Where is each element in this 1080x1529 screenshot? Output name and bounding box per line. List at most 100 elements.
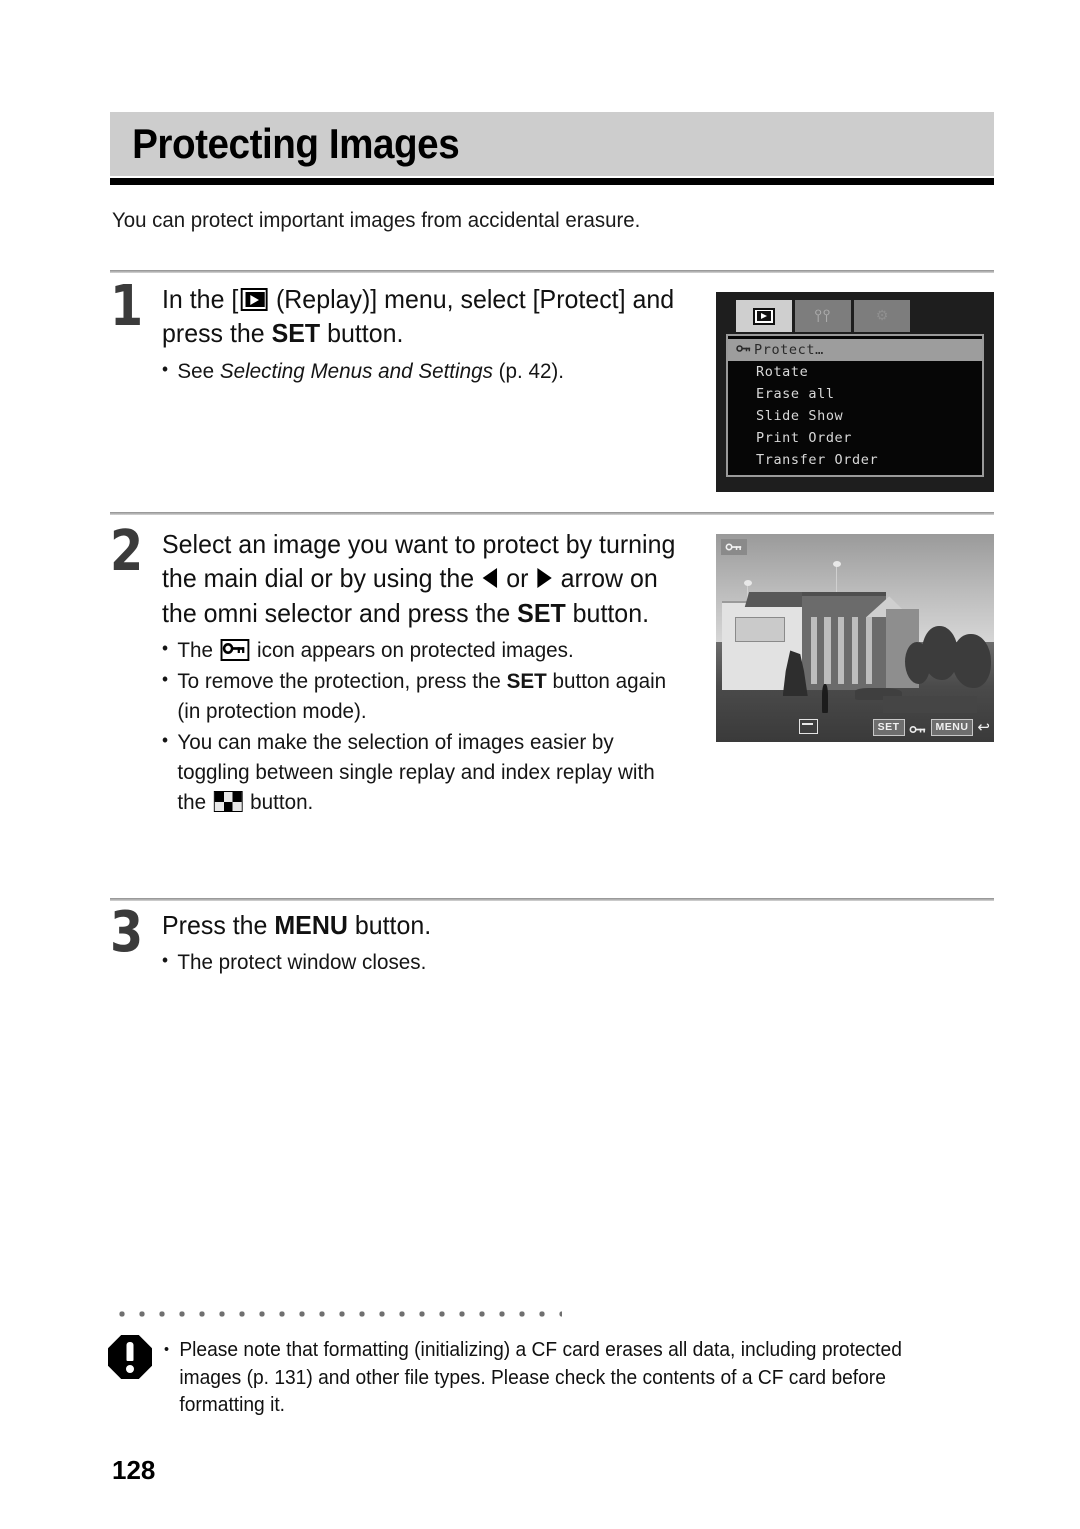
step-2-text-b: or bbox=[499, 563, 536, 594]
page-title: Protecting Images bbox=[132, 120, 460, 167]
menu-tab-replay[interactable] bbox=[736, 300, 792, 332]
bullet-suffix: button. bbox=[244, 790, 314, 815]
bullet-suffix: (p. 42). bbox=[492, 358, 565, 383]
step-1-set-label: SET bbox=[271, 318, 321, 349]
step-2-number: 2 bbox=[110, 519, 144, 584]
menu-item-label: Rotate bbox=[756, 364, 809, 380]
menu-item-label: Print Order bbox=[756, 430, 853, 446]
menu-tab-setup[interactable]: ⚙ bbox=[854, 300, 910, 332]
lcd-menu-screenshot: ⫯⫯ ⚙ Protect… Rotate Erase all Slide Sho… bbox=[716, 292, 994, 492]
warning-note-body: • Please note that formatting (initializ… bbox=[164, 1337, 955, 1420]
photo-column bbox=[866, 617, 873, 684]
key-icon bbox=[220, 638, 250, 661]
step-1: 1 In the [ (Replay)] menu, select [Prote… bbox=[110, 274, 710, 387]
step-2: 2 Select an image you want to protect by… bbox=[110, 519, 710, 819]
menu-item-print-order[interactable]: Print Order bbox=[728, 427, 982, 449]
header-bar: Protecting Images bbox=[110, 112, 994, 176]
bullet-item: • See Selecting Menus and Settings (p. 4… bbox=[162, 356, 688, 386]
photo-tree bbox=[952, 633, 992, 688]
bullet-item: • The icon appears on protected images. bbox=[162, 635, 688, 665]
menu-item-transfer-order[interactable]: Transfer Order bbox=[728, 449, 982, 471]
warning-note: • Please note that formatting (initializ… bbox=[108, 1335, 988, 1420]
section-divider-1 bbox=[110, 270, 994, 273]
bullet-item: • To remove the protection, press the SE… bbox=[162, 666, 688, 726]
bullet-item: • The protect window closes. bbox=[162, 947, 688, 977]
bullet-prefix: The bbox=[177, 637, 219, 662]
bullet-dot: • bbox=[162, 730, 169, 751]
bullet-text: To remove the protection, press the SET … bbox=[177, 666, 688, 726]
warning-octagon-icon bbox=[108, 1335, 164, 1385]
lamp-head bbox=[743, 579, 752, 586]
protect-badge-icon bbox=[721, 539, 747, 555]
step-2-instruction: Select an image you want to protect by t… bbox=[162, 527, 688, 630]
photo-column bbox=[838, 617, 845, 684]
section-divider-2 bbox=[110, 512, 994, 515]
osd-button-hints: SET MENU ↩ bbox=[872, 717, 990, 736]
menu-button-hint[interactable]: MENU bbox=[930, 718, 974, 736]
bullet-prefix: See bbox=[177, 358, 220, 383]
section-divider-3 bbox=[110, 898, 994, 901]
photo-window bbox=[735, 617, 785, 643]
manual-page: Protecting Images You can protect import… bbox=[0, 0, 1080, 1529]
bullet-text: You can make the selection of images eas… bbox=[177, 727, 688, 817]
step-1-text-prefix: In the [ bbox=[162, 284, 239, 314]
step-1-number: 1 bbox=[110, 274, 144, 339]
page-number: 128 bbox=[112, 1455, 156, 1485]
photo-tree bbox=[905, 642, 931, 684]
menu-item-label: Erase all bbox=[756, 386, 835, 402]
bullet-dot: • bbox=[162, 950, 169, 971]
bullet-suffix: icon appears on protected images. bbox=[251, 637, 574, 662]
intro-paragraph: You can protect important images from ac… bbox=[112, 208, 641, 232]
step-3-text-prefix: Press the bbox=[162, 910, 275, 940]
bullet-prefix: To remove the protection, press the bbox=[177, 669, 507, 694]
menu-item-slide-show[interactable]: Slide Show bbox=[728, 405, 982, 427]
photo-column bbox=[824, 617, 831, 684]
triangle-left-icon bbox=[483, 568, 498, 589]
step-2-text-d: button. bbox=[565, 597, 650, 628]
step-3-menu-label: MENU bbox=[274, 910, 348, 940]
sliders-icon: ⫯⫯ bbox=[814, 306, 832, 326]
step-1-instruction: In the [ (Replay)] menu, select [Protect… bbox=[162, 282, 688, 351]
photo-hedge bbox=[882, 696, 978, 713]
camera-menu-screen: ⫯⫯ ⚙ Protect… Rotate Erase all Slide Sho… bbox=[716, 292, 994, 492]
step-3: 3 Press the MENU button. • The protect w… bbox=[110, 905, 710, 978]
set-button-hint[interactable]: SET bbox=[872, 718, 905, 736]
index-replay-icon bbox=[213, 791, 243, 813]
key-icon bbox=[736, 344, 752, 353]
camera-photo-preview: SET MENU ↩ bbox=[716, 534, 994, 742]
step-1-text-suffix: button. bbox=[320, 318, 404, 349]
set-label: SET bbox=[506, 669, 547, 694]
bullet-text: See Selecting Menus and Settings (p. 42)… bbox=[177, 356, 688, 386]
bullet-item: • You can make the selection of images e… bbox=[162, 727, 688, 817]
replay-icon bbox=[240, 288, 268, 311]
bullet-dot: • bbox=[162, 358, 169, 379]
lcd-photo-screenshot: SET MENU ↩ bbox=[716, 534, 994, 742]
triangle-right-icon bbox=[537, 568, 552, 589]
bullet-text: The protect window closes. bbox=[177, 950, 427, 975]
cross-reference-title: Selecting Menus and Settings bbox=[219, 358, 493, 383]
menu-item-label: Protect… bbox=[754, 342, 824, 358]
step-3-instruction: Press the MENU button. bbox=[162, 908, 688, 942]
menu-item-erase-all[interactable]: Erase all bbox=[728, 383, 982, 405]
menu-tab-tools[interactable]: ⫯⫯ bbox=[795, 300, 851, 332]
menu-tab-bar: ⫯⫯ ⚙ bbox=[726, 300, 984, 332]
page-header: Protecting Images bbox=[110, 112, 994, 185]
back-arrow-icon: ↩ bbox=[977, 717, 990, 736]
menu-item-label: Transfer Order bbox=[756, 452, 879, 468]
step-2-bullets: • The icon appears on protected images. … bbox=[162, 635, 688, 818]
step-3-bullets: • The protect window closes. bbox=[162, 947, 688, 977]
warning-note-text: Please note that formatting (initializin… bbox=[179, 1339, 902, 1417]
dotted-separator bbox=[112, 1310, 562, 1318]
header-underline bbox=[110, 178, 994, 185]
menu-item-protect[interactable]: Protect… bbox=[728, 339, 982, 361]
replay-icon bbox=[753, 307, 775, 325]
step-1-text-mid: (Replay)] menu, select [Protect] and pre… bbox=[162, 284, 675, 349]
step-1-bullets: • See Selecting Menus and Settings (p. 4… bbox=[162, 356, 688, 386]
lamp-head bbox=[832, 561, 841, 568]
menu-item-label: Slide Show bbox=[756, 408, 844, 424]
photo-column bbox=[810, 617, 817, 684]
bullet-text: The icon appears on protected images. bbox=[177, 635, 688, 665]
menu-item-rotate[interactable]: Rotate bbox=[728, 361, 982, 383]
photo-person bbox=[821, 683, 828, 713]
key-icon bbox=[909, 722, 927, 733]
